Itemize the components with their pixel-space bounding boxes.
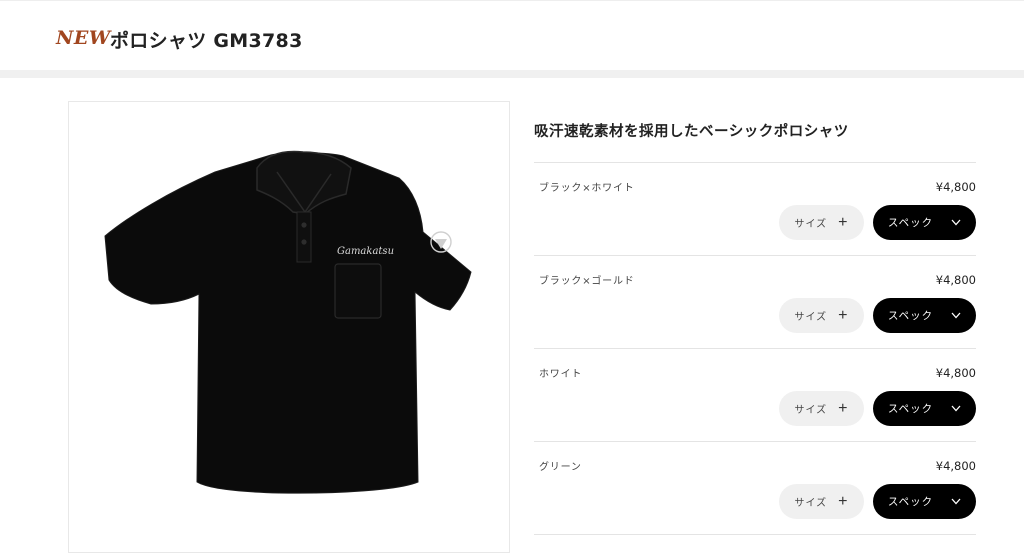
product-headline: 吸汗速乾素材を採用したベーシックポロシャツ xyxy=(534,124,849,140)
size-button-label: サイズ xyxy=(794,498,828,509)
plus-icon: + xyxy=(838,399,849,417)
chevron-down-icon xyxy=(951,312,961,319)
page-title: ポロシャツ GM3783 xyxy=(110,30,303,52)
spec-button[interactable]: スペック xyxy=(873,205,976,240)
plus-icon: + xyxy=(838,213,849,231)
spec-button[interactable]: スペック xyxy=(873,484,976,519)
variant-price: ¥4,800 xyxy=(935,180,976,194)
spec-button-label: スペック xyxy=(887,403,934,415)
variant-name: ブラック×ゴールド xyxy=(539,276,635,287)
variant-name: グリーン xyxy=(539,462,582,473)
spec-button[interactable]: スペック xyxy=(873,391,976,426)
variant-name: ブラック×ホワイト xyxy=(539,183,635,194)
page-header: NEW ポロシャツ GM3783 xyxy=(0,0,1024,71)
variant-row: グリーン ¥4,800 サイズ + スペック xyxy=(534,441,976,535)
spec-button[interactable]: スペック xyxy=(873,298,976,333)
plus-icon: + xyxy=(838,306,849,324)
product-image: Gamakatsu xyxy=(68,101,510,553)
variant-price: ¥4,800 xyxy=(935,459,976,473)
size-button-label: サイズ xyxy=(794,405,828,416)
variant-row: ホワイト ¥4,800 サイズ + スペック xyxy=(534,348,976,441)
chevron-down-icon xyxy=(951,498,961,505)
variant-list: ブラック×ホワイト ¥4,800 サイズ + スペック ブラック×ゴールド ¥4… xyxy=(534,162,976,535)
spec-button-label: スペック xyxy=(887,217,934,229)
variant-name: ホワイト xyxy=(539,369,583,380)
size-button[interactable]: サイズ + xyxy=(779,298,864,333)
size-button-label: サイズ xyxy=(794,219,828,230)
variant-price: ¥4,800 xyxy=(935,273,976,287)
variant-price: ¥4,800 xyxy=(935,366,976,380)
size-button-label: サイズ xyxy=(794,312,828,323)
variant-row: ブラック×ゴールド ¥4,800 サイズ + スペック xyxy=(534,255,976,348)
spec-button-label: スペック xyxy=(887,496,934,508)
chevron-down-icon xyxy=(951,219,961,226)
size-button[interactable]: サイズ + xyxy=(779,484,864,519)
new-badge: NEW xyxy=(56,27,111,49)
size-button[interactable]: サイズ + xyxy=(779,205,864,240)
spec-button-label: スペック xyxy=(887,310,934,322)
plus-icon: + xyxy=(838,492,849,510)
header-divider xyxy=(0,70,1024,78)
chest-logo: Gamakatsu xyxy=(337,246,394,257)
variant-row: ブラック×ホワイト ¥4,800 サイズ + スペック xyxy=(534,162,976,255)
polo-shirt-image: Gamakatsu xyxy=(104,150,472,494)
chevron-down-icon xyxy=(951,405,961,412)
size-button[interactable]: サイズ + xyxy=(779,391,864,426)
